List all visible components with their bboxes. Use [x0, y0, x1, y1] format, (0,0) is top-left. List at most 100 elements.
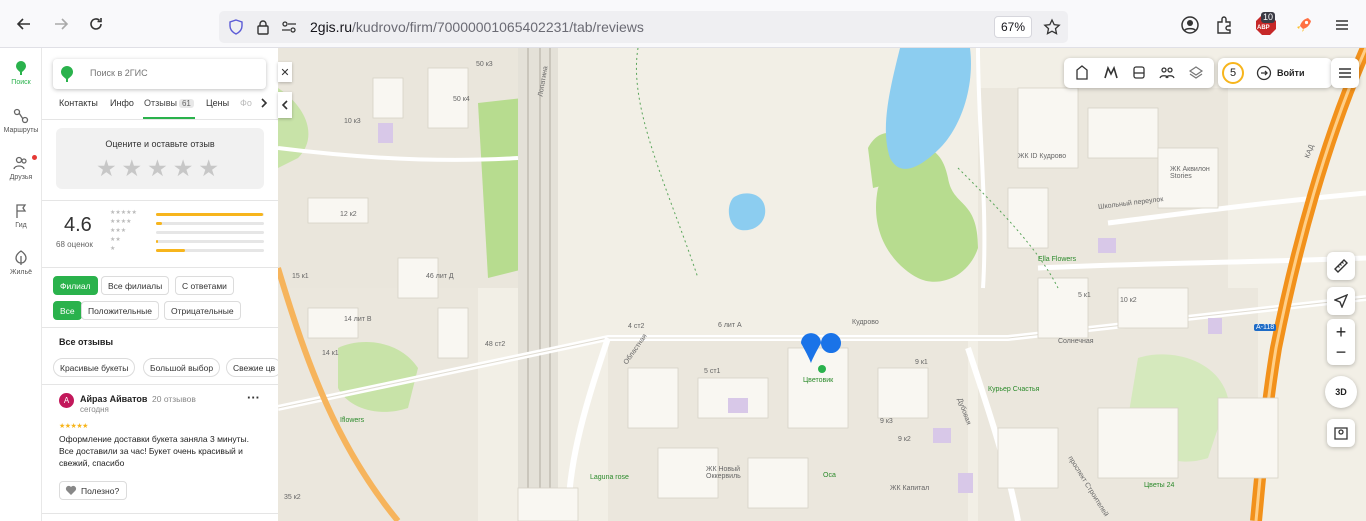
zoom-out-button[interactable]: −	[1336, 342, 1347, 362]
rating-bar-track	[156, 231, 264, 234]
browser-toolbar: 2gis.ru/kudrovo/firm/70000001065402231/t…	[0, 0, 1366, 48]
search-input[interactable]	[90, 68, 250, 78]
rate-prompt-box: Оцените и оставьте отзыв ★★★★★	[56, 128, 264, 189]
rate-stars[interactable]: ★★★★★	[56, 155, 264, 182]
rail-item-friends[interactable]: Друзья	[0, 155, 42, 181]
rating-bar-stars: ★★	[110, 237, 121, 243]
map-label-building: 9 к2	[898, 436, 911, 443]
ruler-button[interactable]	[1327, 252, 1355, 280]
rating-bar-track	[156, 249, 264, 252]
zoom-in-button[interactable]: +	[1336, 322, 1347, 342]
menu-icon[interactable]	[1331, 14, 1353, 36]
close-panel-button[interactable]: ✕	[278, 62, 292, 82]
tabs-scroll-right[interactable]	[260, 98, 268, 110]
arrow-right-icon	[55, 18, 69, 30]
map-label-laguna[interactable]: Laguna rose	[590, 474, 629, 481]
rating-bar-4: ★★★★	[110, 219, 266, 229]
reload-button[interactable]	[84, 12, 108, 36]
useful-button[interactable]: Полезно?	[59, 481, 127, 500]
filter-all-branches[interactable]: Все филиалы	[101, 276, 170, 295]
map-menu-button[interactable]	[1331, 58, 1359, 88]
login-icon	[1256, 65, 1272, 81]
bookmark-star-icon[interactable]	[1043, 18, 1061, 36]
tag-chip[interactable]: Красивые букеты	[53, 358, 136, 377]
rail-item-search[interactable]: Поиск	[0, 60, 42, 86]
map-label-building: 50 к3	[476, 61, 493, 68]
map-label-tsvetovik[interactable]: Цветовик	[803, 377, 833, 384]
friends-icon	[13, 156, 27, 170]
separator	[42, 513, 278, 514]
review-text: Оформление доставки букета заняла 3 мину…	[59, 434, 249, 468]
rail-item-guide[interactable]: Гид	[0, 203, 42, 229]
tab-info[interactable]: Инфо	[110, 98, 134, 108]
map-pin-search-button[interactable]	[1327, 419, 1355, 447]
firm-tabs: Контакты Инфо Отзывы 61 Цены Фо	[42, 96, 278, 118]
my-location-button[interactable]	[1327, 287, 1355, 315]
firm-panel: Контакты Инфо Отзывы61 Цены Фо Оцените и…	[42, 48, 278, 521]
url-path: /kudrovo/firm/70000001065402231/tab/revi…	[352, 19, 644, 35]
review-more-button[interactable]: ···	[247, 390, 260, 405]
3d-toggle[interactable]: 3D	[1325, 376, 1357, 408]
tab-contacts[interactable]: Контакты	[59, 98, 98, 108]
account-icon[interactable]	[1179, 14, 1201, 36]
people-icon[interactable]	[1159, 65, 1175, 81]
map-canvas[interactable]	[278, 48, 1366, 521]
useful-label: Полезно?	[81, 485, 120, 496]
tab-prices[interactable]: Цены	[206, 98, 229, 108]
filter-negative[interactable]: Отрицательные	[164, 301, 241, 320]
avatar[interactable]: А	[59, 393, 74, 408]
filter-all[interactable]: Все	[53, 301, 82, 320]
chevron-right-icon	[261, 98, 268, 108]
map-label-iflowers[interactable]: Iflowers	[340, 417, 364, 424]
adblock-extension-icon[interactable]: 10 ABP	[1253, 12, 1279, 38]
map[interactable]: Цветовик Кудрово ЖК ID Кудрово ЖК Аквило…	[278, 48, 1366, 521]
back-button[interactable]	[12, 12, 36, 36]
map-label-building: 35 к2	[284, 494, 301, 501]
map-label-osa[interactable]: Оса	[823, 472, 836, 479]
tab-reviews[interactable]: Отзывы 61	[144, 98, 194, 108]
reload-icon	[90, 18, 102, 30]
rail-item-routes[interactable]: Маршруты	[0, 108, 42, 134]
filter-branch[interactable]: Филиал	[53, 276, 98, 295]
url-host: 2gis.ru	[310, 19, 353, 35]
extensions-icon[interactable]	[1213, 14, 1235, 36]
map-label-kurier[interactable]: Курьер Счастья	[988, 386, 1039, 393]
filter-with-replies[interactable]: С ответами	[175, 276, 234, 295]
layers-icon[interactable]	[1188, 65, 1204, 81]
collapse-panel-button[interactable]	[278, 92, 292, 118]
tag-chip[interactable]: Большой выбор	[143, 358, 221, 377]
tag-chip[interactable]: Свежие цв	[226, 358, 278, 377]
filter-positive[interactable]: Положительные	[81, 301, 159, 320]
map-label-building: 14 лит В	[344, 316, 372, 323]
forward-button[interactable]	[49, 12, 73, 36]
separator	[42, 267, 278, 268]
zoom-level[interactable]: 67%	[994, 16, 1032, 38]
notifications-badge[interactable]: 5	[1222, 62, 1244, 84]
tab-photos[interactable]: Фо	[240, 98, 252, 108]
map-label-building: 14 к1	[322, 350, 339, 357]
map-label-building: 5 к1	[1078, 292, 1091, 299]
all-reviews-title: Все отзывы	[59, 337, 114, 347]
rating-value: 4.6	[64, 214, 92, 236]
map-label-tsvety24[interactable]: Цветы 24	[1144, 482, 1174, 489]
review-author[interactable]: Айраз Айватов	[80, 394, 147, 404]
search-box[interactable]	[53, 59, 266, 89]
login-button[interactable]: Войти	[1277, 68, 1304, 78]
address-bar[interactable]: 2gis.ru/kudrovo/firm/70000001065402231/t…	[219, 11, 1068, 43]
adblock-badge: 10	[1261, 12, 1276, 23]
map-label-ella[interactable]: Ella Flowers	[1038, 256, 1076, 263]
rating-bar-fill	[156, 222, 163, 225]
map-layer-toolbar	[1064, 58, 1214, 88]
map-pin-icon	[1334, 427, 1348, 440]
bus-icon[interactable]	[1131, 65, 1147, 81]
rail-item-housing[interactable]: Жильё	[0, 250, 42, 276]
notification-dot	[32, 155, 37, 160]
rocket-extension-icon[interactable]	[1293, 14, 1315, 36]
metro-icon[interactable]	[1103, 65, 1119, 81]
rating-bar-3: ★★★	[110, 228, 266, 238]
shield-icon	[229, 19, 243, 35]
landmark-icon[interactable]	[1074, 65, 1090, 81]
rail-item-label: Поиск	[11, 79, 31, 86]
review-date: сегодня	[80, 405, 109, 414]
firm-marker[interactable]	[818, 365, 826, 373]
